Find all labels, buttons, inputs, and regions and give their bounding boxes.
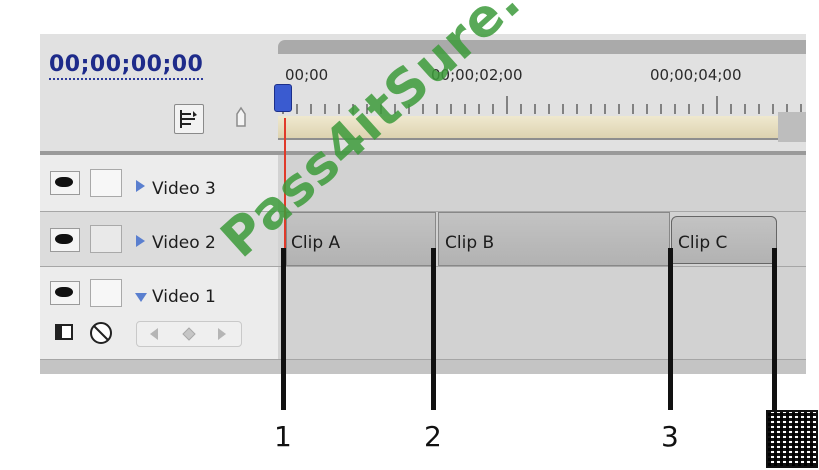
current-time-indicator-head[interactable] — [274, 84, 292, 112]
qr-code-icon — [766, 410, 818, 468]
track-lock-video-3[interactable] — [90, 169, 122, 197]
clip-name: Clip B — [445, 233, 495, 253]
clip-name: Clip C — [678, 233, 728, 253]
zoom-scroll-bar[interactable] — [278, 40, 806, 54]
track-name-video-3: Video 3 — [152, 179, 216, 199]
callout-line-2 — [431, 248, 436, 410]
track-name-video-2: Video 2 — [152, 233, 216, 253]
current-timecode[interactable]: 00;00;00;00 — [49, 52, 204, 80]
eye-icon — [55, 177, 73, 187]
clip-a[interactable]: Clip A — [286, 212, 436, 266]
clip-name: Clip A — [291, 233, 341, 253]
callout-number-1: 1 — [274, 420, 292, 453]
eye-icon — [55, 234, 73, 244]
twirl-right-icon[interactable] — [134, 234, 146, 248]
clip-b[interactable]: Clip B — [438, 212, 670, 266]
panel-bottom-bar — [40, 360, 806, 374]
work-area-end[interactable] — [778, 112, 806, 142]
eye-icon — [55, 287, 73, 297]
track-video-2[interactable]: Clip A Clip B Clip C — [278, 212, 806, 267]
toggle-track-output-video-3[interactable] — [50, 171, 80, 195]
set-marker-button[interactable] — [234, 106, 248, 128]
callout-number-2: 2 — [424, 420, 442, 453]
track-lock-video-2[interactable] — [90, 225, 122, 253]
keyframe-toggle-icon[interactable] — [88, 320, 114, 346]
prev-keyframe-icon[interactable] — [147, 326, 161, 342]
track-lock-video-1[interactable] — [90, 279, 122, 307]
ruler-label: 00;00;04;00 — [650, 66, 742, 84]
twirl-down-icon[interactable] — [134, 291, 148, 303]
clip-c[interactable]: Clip C — [671, 216, 777, 264]
next-keyframe-icon[interactable] — [215, 326, 229, 342]
callout-line-4 — [772, 248, 777, 410]
callout-line-3 — [668, 248, 673, 410]
add-keyframe-icon[interactable] — [181, 326, 197, 342]
snap-icon — [180, 110, 197, 128]
toggle-track-output-video-1[interactable] — [50, 281, 80, 305]
track-video-1[interactable] — [278, 267, 806, 360]
callout-line-1 — [281, 248, 286, 410]
callout-number-3: 3 — [661, 420, 679, 453]
ruler-label: 00;00 — [285, 66, 329, 84]
track-name-video-1: Video 1 — [152, 287, 216, 307]
display-style-icon[interactable] — [54, 322, 76, 344]
snap-button[interactable] — [174, 104, 204, 134]
track-header-video-1: Video 1 — [40, 267, 278, 360]
toggle-track-output-video-2[interactable] — [50, 228, 80, 252]
twirl-right-icon[interactable] — [134, 179, 146, 193]
keyframe-navigator — [136, 321, 242, 347]
set-marker-icon — [236, 106, 246, 127]
